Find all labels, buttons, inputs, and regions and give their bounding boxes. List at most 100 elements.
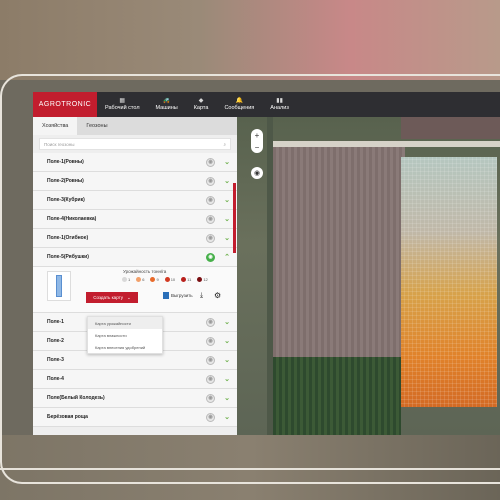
nav-label: Сообщения (224, 105, 255, 111)
locate-icon[interactable]: ◉ (251, 167, 263, 179)
zoom-in-button[interactable]: + (255, 131, 260, 140)
chevron-down-icon[interactable]: ⌄ (223, 337, 231, 345)
chevron-down-icon[interactable]: ⌄ (223, 196, 231, 204)
gear-icon[interactable]: ⚙ (214, 291, 221, 300)
eye-icon[interactable]: ◉ (206, 393, 215, 403)
field-name: Поле-4 (47, 376, 64, 382)
search-input[interactable]: Поиск геозоны ⌕ (39, 138, 231, 150)
list-item[interactable]: Поле-1(Огибное) ◉ ⌄ (33, 229, 237, 248)
field-plot (273, 147, 405, 357)
eye-icon[interactable]: ◉ (206, 336, 215, 346)
tractor-icon: 🚜 (162, 98, 171, 104)
field-plot (273, 357, 401, 435)
search-placeholder: Поиск геозоны (44, 141, 75, 147)
menu-item-yield-map[interactable]: Карта урожайности (88, 317, 162, 329)
app-screen: AGROTRONIC ▦ Рабочий стол 🚜 Машины ◆ Карта … (33, 92, 500, 435)
field-name: Поле-1(Огибное) (47, 235, 89, 241)
chevron-down-icon[interactable]: ⌄ (223, 158, 231, 166)
legend-item: 6 (136, 277, 144, 283)
field-name: Поле-4(Николаевка) (47, 216, 97, 222)
dashboard-icon: ▦ (119, 98, 126, 104)
legend-item: 9 (150, 277, 159, 283)
menu-item-fertilizer-map[interactable]: Карта внесения удобрений (88, 341, 162, 353)
chevron-down-icon[interactable]: ⌄ (223, 394, 231, 402)
chevron-up-icon[interactable]: ⌃ (223, 253, 231, 261)
yield-title: Урожайность тонн/га (123, 269, 167, 274)
chevron-down-icon[interactable]: ⌄ (223, 215, 231, 223)
zoom-control: + − (251, 129, 263, 153)
chevron-down-icon[interactable]: ⌄ (223, 413, 231, 421)
nav-map[interactable]: ◆ Карта (186, 92, 217, 117)
legend-item: 11 (181, 277, 191, 283)
chevron-down-icon: ⌄ (126, 294, 131, 300)
list-item[interactable]: Поле-3(Кубрик) ◉ ⌄ (33, 191, 237, 210)
export-label: Выгрузить (171, 293, 193, 298)
top-navbar: AGROTRONIC ▦ Рабочий стол 🚜 Машины ◆ Карта … (33, 92, 500, 117)
menu-item-moisture-map[interactable]: Карта влажности (88, 329, 162, 341)
excel-icon (163, 292, 169, 299)
yield-legend: 1 6 9 10 11 12 (122, 277, 208, 283)
field-name: Поле-1(Ровны) (47, 159, 84, 165)
search-icon[interactable]: ⌕ (223, 142, 226, 147)
field-name: Берёзовая роща (47, 414, 88, 420)
background-top (0, 0, 500, 80)
bar-chart-icon: ▮▮ (276, 98, 283, 104)
eye-icon[interactable]: ◉ (206, 252, 215, 262)
field-name: Поле(Белый Колодезь) (47, 395, 105, 401)
eye-icon[interactable]: ◉ (206, 176, 215, 186)
legend-item: 1 (122, 277, 130, 283)
list-item[interactable]: Поле-2(Ровны) ◉ ⌄ (33, 172, 237, 191)
chevron-down-icon[interactable]: ⌄ (223, 234, 231, 242)
eye-icon[interactable]: ◉ (206, 214, 215, 224)
list-item[interactable]: Поле-4(Николаевка) ◉ ⌄ (33, 210, 237, 229)
legend-item: 10 (164, 277, 175, 283)
list-item[interactable]: Берёзовая роща ◉ ⌄ (33, 408, 237, 427)
field-name: Поле-3 (47, 357, 64, 363)
create-map-button[interactable]: Создать карту ⌄ (86, 292, 138, 303)
nav-label: Рабочий стол (105, 105, 140, 111)
nav-analysis[interactable]: ▮▮ Анализ (262, 92, 297, 117)
eye-icon[interactable]: ◉ (206, 195, 215, 205)
field-thumbnail (47, 271, 71, 301)
create-map-dropdown: Карта урожайности Карта влажности Карта … (87, 316, 163, 354)
tablet-edge (0, 468, 500, 470)
tab-farms[interactable]: Хозяйства (33, 117, 78, 135)
eye-icon[interactable]: ◉ (206, 355, 215, 365)
eye-icon[interactable]: ◉ (206, 157, 215, 167)
eye-icon[interactable]: ◉ (206, 317, 215, 327)
download-icon[interactable]: ⤓ (200, 292, 203, 300)
eye-icon[interactable]: ◉ (206, 374, 215, 384)
map-view[interactable]: + − ◉ (237, 117, 500, 435)
legend-item: 12 (197, 277, 208, 283)
logo: AGROTRONIC (33, 92, 97, 117)
chevron-down-icon[interactable]: ⌄ (223, 318, 231, 326)
list-item-expanded[interactable]: Поле-5(Рябушки) ◉ ⌃ (33, 248, 237, 267)
eye-icon[interactable]: ◉ (206, 233, 215, 243)
list-item[interactable]: Поле-4 ◉ ⌄ (33, 370, 237, 389)
field-name: Поле-3(Кубрик) (47, 197, 85, 203)
nav-label: Карта (193, 105, 209, 111)
bell-icon: 🔔 (235, 98, 244, 104)
scrollbar[interactable] (233, 183, 236, 253)
chevron-down-icon[interactable]: ⌄ (223, 375, 231, 383)
nav-label: Машины (155, 105, 178, 111)
field-name: Поле-5(Рябушки) (47, 254, 89, 260)
map-icon: ◆ (198, 98, 204, 104)
create-map-label: Создать карту (93, 295, 123, 300)
list-item[interactable]: Поле-1(Ровны) ◉ ⌄ (33, 153, 237, 172)
field-details: Урожайность тонн/га 1 6 9 10 11 12 Созда… (33, 267, 237, 313)
sidebar-tabs: Хозяйства Геозоны (33, 117, 237, 135)
chevron-down-icon[interactable]: ⌄ (223, 177, 231, 185)
nav-dashboard[interactable]: ▦ Рабочий стол (97, 92, 148, 117)
eye-icon[interactable]: ◉ (206, 412, 215, 422)
sidebar: Хозяйства Геозоны Поиск геозоны ⌕ Поле-1… (33, 117, 237, 435)
list-item[interactable]: Поле(Белый Колодезь) ◉ ⌄ (33, 389, 237, 408)
zoom-out-button[interactable]: − (255, 143, 260, 152)
tab-geozones[interactable]: Геозоны (77, 117, 116, 135)
field-name: Поле-2(Ровны) (47, 178, 84, 184)
nav-machines[interactable]: 🚜 Машины (148, 92, 186, 117)
chevron-down-icon[interactable]: ⌄ (223, 356, 231, 364)
nav-label: Анализ (270, 105, 289, 111)
export-button[interactable]: Выгрузить (163, 292, 193, 299)
nav-messages[interactable]: 🔔 Сообщения (216, 92, 262, 117)
